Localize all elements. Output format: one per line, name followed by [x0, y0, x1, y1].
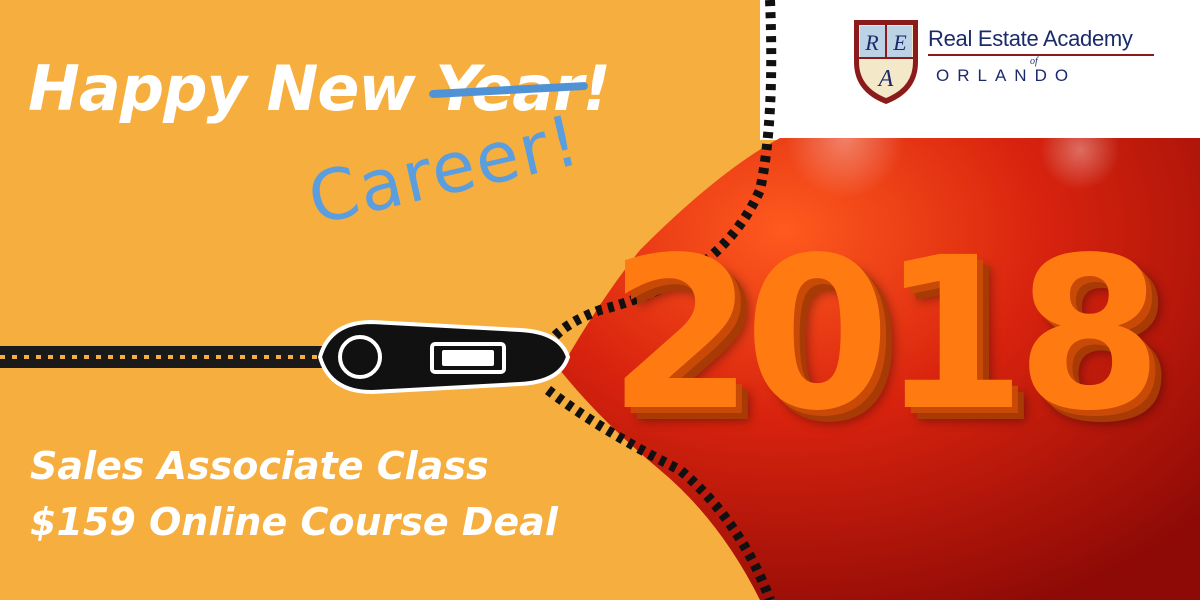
light-flare — [1040, 110, 1120, 190]
academy-logo: R E A Real Estate Academy of ORLANDO — [850, 14, 1170, 120]
logo-divider — [928, 54, 1154, 56]
crest-letter-e: E — [892, 30, 907, 55]
headline-prefix: Happy New — [28, 52, 436, 125]
crest-icon: R E A — [854, 20, 918, 104]
promo-text: Sales Associate Class $159 Online Course… — [30, 438, 558, 550]
big-year: 2018 — [608, 212, 1162, 457]
crest-letter-a: A — [877, 66, 894, 92]
logo-of: of — [1030, 56, 1038, 67]
zipper-pull-icon — [317, 319, 571, 395]
promo-line-2: $159 Online Course Deal — [30, 500, 558, 544]
promo-line-1: Sales Associate Class — [30, 444, 489, 488]
promo-banner: Happy New Year! Career! 2018 Sales Assoc… — [0, 0, 1200, 600]
logo-city: ORLANDO — [936, 66, 1077, 85]
logo-wordmark: Real Estate Academy of ORLANDO — [928, 26, 1168, 86]
logo-name: Real Estate Academy — [928, 26, 1133, 51]
crest-letter-r: R — [864, 30, 879, 55]
